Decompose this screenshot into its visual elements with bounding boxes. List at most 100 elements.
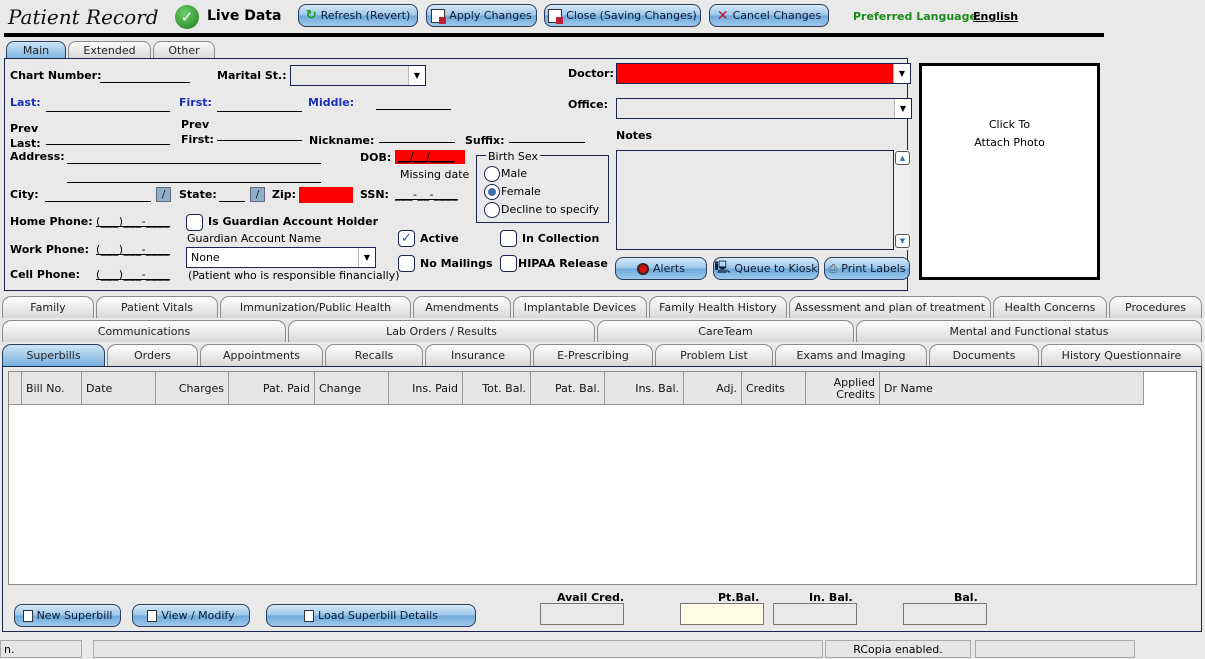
col-adj[interactable]: Adj. xyxy=(684,372,742,405)
chart-number-label: Chart Number: xyxy=(10,69,102,82)
tab-family-health-history[interactable]: Family Health History xyxy=(649,296,787,318)
work-phone-input[interactable]: (___)___-____ xyxy=(96,243,170,256)
col-dr-name[interactable]: Dr Name xyxy=(880,372,1144,405)
tab-exams-imaging[interactable]: Exams and Imaging xyxy=(775,344,927,366)
queue-to-kiosk-label: Queue to Kiosk xyxy=(734,262,818,275)
hipaa-release-checkbox[interactable] xyxy=(500,255,517,272)
marital-status-select[interactable]: ▼ xyxy=(290,65,426,86)
guardian-name-select[interactable]: None ▼ xyxy=(186,247,376,268)
col-pat-bal[interactable]: Pat. Bal. xyxy=(531,372,605,405)
prev-last-input[interactable] xyxy=(46,133,170,145)
cell-phone-label: Cell Phone: xyxy=(10,268,81,281)
col-date[interactable]: Date xyxy=(82,372,156,405)
pt-bal-field xyxy=(680,603,764,625)
ssn-input[interactable]: ___-__-____ xyxy=(395,188,458,201)
chart-number-input[interactable] xyxy=(100,71,190,83)
city-input[interactable] xyxy=(45,190,151,202)
col-pat-paid[interactable]: Pat. Paid xyxy=(229,372,315,405)
birth-sex-female-label: Female xyxy=(501,185,541,198)
doctor-label: Doctor: xyxy=(568,67,614,80)
scroll-down-icon[interactable]: ▼ xyxy=(895,234,910,248)
guardian-holder-checkbox[interactable] xyxy=(186,214,203,231)
tab-amendments[interactable]: Amendments xyxy=(413,296,511,318)
tab-main[interactable]: Main xyxy=(6,41,66,59)
state-label: State: xyxy=(179,188,217,201)
load-superbill-details-label: Load Superbill Details xyxy=(318,609,438,622)
cell-phone-input[interactable]: (___)___-____ xyxy=(96,268,170,281)
new-superbill-button[interactable]: New Superbill xyxy=(14,604,121,627)
home-phone-input[interactable]: (___)___-____ xyxy=(96,215,170,228)
tab-documents[interactable]: Documents xyxy=(929,344,1039,366)
col-tot-bal[interactable]: Tot. Bal. xyxy=(463,372,531,405)
prev-first-input[interactable] xyxy=(217,129,302,141)
zip-input[interactable] xyxy=(299,187,353,203)
state-input[interactable] xyxy=(219,190,245,202)
apply-changes-button[interactable]: Apply Changes xyxy=(426,4,537,27)
alerts-button[interactable]: Alerts xyxy=(615,257,707,280)
tab-assessment-plan[interactable]: Assessment and plan of treatment xyxy=(789,296,991,318)
new-document-icon xyxy=(22,609,33,622)
address-line1-input[interactable] xyxy=(67,152,321,164)
address-line2-input[interactable] xyxy=(67,171,321,183)
tab-immunization[interactable]: Immunization/Public Health xyxy=(220,296,411,318)
col-applied-credits[interactable]: Applied Credits xyxy=(806,372,880,405)
tab-insurance[interactable]: Insurance xyxy=(425,344,531,366)
col-change[interactable]: Change xyxy=(315,372,389,405)
cancel-changes-button[interactable]: ✕ Cancel Changes xyxy=(709,4,829,27)
tab-patient-vitals[interactable]: Patient Vitals xyxy=(96,296,218,318)
tab-implantable-devices[interactable]: Implantable Devices xyxy=(513,296,647,318)
dob-input[interactable]: __/__/____ xyxy=(395,150,465,164)
birth-sex-decline-radio[interactable] xyxy=(484,202,500,218)
tab-communications[interactable]: Communications xyxy=(2,320,286,342)
birth-sex-male-radio[interactable] xyxy=(484,166,500,182)
city-edit-pencil-icon[interactable]: / xyxy=(156,187,171,202)
col-ins-bal[interactable]: Ins. Bal. xyxy=(605,372,684,405)
last-name-input[interactable] xyxy=(46,100,170,112)
middle-name-input[interactable] xyxy=(376,98,451,110)
tab-history-questionnaire[interactable]: History Questionnaire xyxy=(1041,344,1202,366)
suffix-input[interactable] xyxy=(509,131,585,143)
doctor-select[interactable]: ▼ xyxy=(616,63,911,84)
tab-superbills[interactable]: Superbills xyxy=(2,344,105,366)
tab-extended[interactable]: Extended xyxy=(68,41,151,59)
load-superbill-details-button[interactable]: Load Superbill Details xyxy=(266,604,476,627)
cancel-changes-label: Cancel Changes xyxy=(732,9,822,22)
tab-health-concerns[interactable]: Health Concerns xyxy=(993,296,1107,318)
active-checkbox[interactable]: ✓ xyxy=(398,230,415,247)
attach-photo-area[interactable]: Click To Attach Photo xyxy=(919,63,1100,280)
in-collection-checkbox[interactable] xyxy=(500,230,517,247)
print-labels-label: Print Labels xyxy=(841,262,906,275)
state-edit-pencil-icon[interactable]: / xyxy=(250,187,265,202)
view-modify-button[interactable]: View / Modify xyxy=(132,604,250,627)
col-bill-no[interactable]: Bill No. xyxy=(22,372,82,405)
tab-recalls[interactable]: Recalls xyxy=(325,344,423,366)
first-name-input[interactable] xyxy=(217,100,302,112)
tab-careteam[interactable]: CareTeam xyxy=(597,320,854,342)
close-saving-button[interactable]: Close (Saving Changes) xyxy=(544,4,701,27)
col-credits[interactable]: Credits xyxy=(742,372,806,405)
tab-other[interactable]: Other xyxy=(153,41,215,59)
notes-scrollbar[interactable]: ▲ ▼ xyxy=(894,150,911,250)
tab-orders[interactable]: Orders xyxy=(107,344,198,366)
preferred-language-link[interactable]: English xyxy=(973,10,1018,23)
nickname-input[interactable] xyxy=(379,131,455,143)
queue-to-kiosk-button[interactable]: 🖳 Queue to Kiosk xyxy=(713,257,819,280)
active-label: Active xyxy=(420,232,459,245)
tab-procedures[interactable]: Procedures xyxy=(1109,296,1202,318)
tab-e-prescribing[interactable]: E-Prescribing xyxy=(533,344,653,366)
tab-lab-orders[interactable]: Lab Orders / Results xyxy=(288,320,595,342)
no-mailings-checkbox[interactable] xyxy=(398,255,415,272)
scroll-up-icon[interactable]: ▲ xyxy=(895,151,910,165)
col-ins-paid[interactable]: Ins. Paid xyxy=(389,372,463,405)
print-labels-button[interactable]: ⎙ Print Labels xyxy=(824,257,910,280)
tab-family[interactable]: Family xyxy=(2,296,94,318)
office-select[interactable]: ▼ xyxy=(616,98,912,119)
tab-mental-functional[interactable]: Mental and Functional status xyxy=(856,320,1202,342)
notes-textarea[interactable] xyxy=(616,150,894,250)
first-name-label: First: xyxy=(179,96,212,109)
refresh-revert-button[interactable]: ↻ Refresh (Revert) xyxy=(298,4,418,27)
birth-sex-female-radio[interactable] xyxy=(484,184,500,200)
tab-problem-list[interactable]: Problem List xyxy=(655,344,773,366)
col-charges[interactable]: Charges xyxy=(156,372,229,405)
tab-appointments[interactable]: Appointments xyxy=(200,344,323,366)
